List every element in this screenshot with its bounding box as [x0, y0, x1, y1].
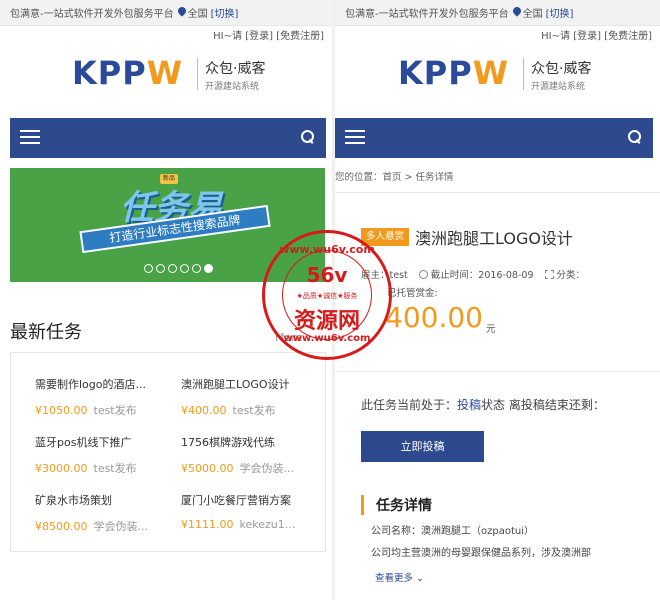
stamp-site: 资源网	[293, 309, 360, 334]
task-name: 1756棋牌游戏代练	[181, 436, 275, 449]
region-label: 全国	[187, 9, 208, 20]
region-switch-link[interactable]: [切换]	[546, 5, 574, 20]
view-more-link[interactable]: 查看更多 ⌄	[375, 570, 424, 584]
task-publisher: kekezu1...	[239, 518, 296, 531]
task-publisher: test发布	[232, 404, 276, 417]
status-value: 投稿	[457, 398, 482, 412]
watermark-stamp: www.wu6v.com 56v ★品质★诚信★服务 资源网 www.wu6v.…	[262, 230, 392, 360]
task-list: 需要制作logo的酒店... ¥1050.00 test发布 澳洲跑腿工LOGO设…	[10, 352, 326, 552]
logo-mark: KPPW	[72, 54, 183, 92]
task-publisher: test发布	[93, 462, 137, 475]
slogan: 包满意-一站式软件开发外包服务平台	[10, 9, 174, 20]
stamp-code: 56v	[306, 263, 348, 287]
logo-mark: KPPW	[398, 54, 509, 92]
stamp-motto: ★品质★诚信★服务	[296, 292, 358, 300]
carousel-dot[interactable]	[156, 264, 165, 273]
task-price: ¥3000.00	[35, 462, 88, 475]
login-link[interactable]: [登录]	[245, 31, 273, 42]
list-item[interactable]: 厦门小吃餐厅营销方案 ¥1111.00 kekezu1...	[181, 492, 316, 531]
user-links: HI~请 [登录] [免费注册]	[335, 26, 660, 48]
status-prefix: 此任务当前处于：	[361, 398, 458, 412]
latest-tasks-title: 最新任务	[10, 322, 82, 343]
task-name: 需要制作logo的酒店...	[35, 378, 146, 391]
clock-icon	[418, 270, 428, 279]
logo-divider	[197, 58, 198, 90]
list-item[interactable]: 矿泉水市场策划 ¥8500.00 学会伪装...	[35, 492, 170, 534]
region-label: 全国	[522, 9, 543, 20]
breadcrumb: 您的位置：首页 > 任务详情	[335, 172, 454, 183]
nav-bar	[10, 118, 326, 158]
register-link[interactable]: [免费注册]	[276, 31, 324, 42]
top-bar: 包满意-一站式软件开发外包服务平台 全国 [切换]	[0, 0, 332, 26]
task-publisher: 学会伪装...	[239, 462, 295, 475]
logo-divider	[523, 58, 524, 90]
bounty-unit: 元	[486, 324, 496, 335]
task-price: ¥1111.00	[181, 518, 234, 531]
logo-brand: 众包·威客	[531, 61, 592, 77]
logo-subtitle: 开源建站系统	[205, 82, 260, 92]
task-price: ¥400.00	[181, 404, 227, 417]
logo-brand: 众包·威客	[205, 61, 266, 77]
task-category: 分类：	[556, 270, 586, 281]
location-pin-icon	[178, 7, 186, 18]
stamp-url-top: www.wu6v.com	[279, 243, 375, 256]
carousel-dot[interactable]	[180, 264, 189, 273]
list-item[interactable]: 需要制作logo的酒店... ¥1050.00 test发布	[35, 376, 170, 418]
task-detail-heading: 任务详情	[361, 495, 432, 515]
carousel-dot[interactable]	[144, 264, 153, 273]
region-switch-link[interactable]: [切换]	[211, 5, 239, 20]
task-price: ¥8500.00	[35, 520, 88, 533]
slogan: 包满意-一站式软件开发外包服务平台	[345, 9, 509, 20]
task-status: 此任务当前处于：投稿状态 离投稿结束还剩：	[361, 396, 605, 413]
user-links: HI~请 [登录] [免费注册]	[0, 26, 332, 48]
carousel-dot[interactable]	[192, 264, 201, 273]
nav-bar	[335, 118, 653, 158]
hamburger-menu-icon[interactable]	[345, 130, 365, 146]
register-link[interactable]: [免费注册]	[604, 31, 652, 42]
task-meta: 雇主：test 截止时间：2016-08-09 分类：	[361, 267, 585, 281]
status-suffix: 状态 离投稿结束还剩：	[481, 398, 605, 412]
bounty-label: 已托管赏金:	[387, 288, 438, 299]
login-link[interactable]: [登录]	[573, 31, 601, 42]
task-name: 厦门小吃餐厅营销方案	[181, 494, 291, 507]
site-logo[interactable]: KPPW 众包·威客 开源建站系统	[0, 48, 332, 118]
category-grid-icon	[544, 270, 554, 279]
page-title: 澳洲跑腿工LOGO设计	[415, 229, 573, 248]
stamp-url-bottom: www.wu6v.com	[283, 333, 371, 344]
search-icon[interactable]	[300, 129, 316, 145]
task-price: ¥5000.00	[181, 462, 234, 475]
site-logo[interactable]: KPPW 众包·威客 开源建站系统	[335, 48, 660, 118]
task-price: ¥1050.00	[35, 404, 88, 417]
task-publisher: 学会伪装...	[93, 520, 149, 533]
task-name: 矿泉水市场策划	[35, 494, 112, 507]
task-name: 蓝牙pos机线下推广	[35, 436, 132, 449]
view-more-label: 查看更多	[375, 573, 414, 584]
hamburger-menu-icon[interactable]	[20, 130, 40, 146]
chevron-down-icon: ⌄	[416, 573, 425, 584]
task-name: 澳洲跑腿工LOGO设计	[181, 378, 290, 391]
list-item[interactable]: 蓝牙pos机线下推广 ¥3000.00 test发布	[35, 434, 170, 476]
carousel-dots	[144, 264, 213, 273]
company-name: 公司名称：澳洲跑腿工（ozpaotui）	[371, 526, 534, 537]
submit-bid-button[interactable]: 立即投稿	[361, 431, 484, 462]
list-item[interactable]: 1756棋牌游戏代练 ¥5000.00 学会伪装...	[181, 434, 316, 476]
list-item[interactable]: 澳洲跑腿工LOGO设计 ¥400.00 test发布	[181, 376, 316, 418]
carousel-dot[interactable]	[168, 264, 177, 273]
top-bar: 包满意-一站式软件开发外包服务平台 全国 [切换]	[335, 0, 660, 26]
logo-subtitle: 开源建站系统	[531, 82, 586, 92]
location-pin-icon	[513, 7, 521, 18]
task-publisher: test发布	[93, 404, 137, 417]
greeting: HI~请	[541, 31, 570, 42]
task-deadline: 截止时间：2016-08-09	[430, 270, 534, 281]
company-description: 公司均主营澳洲的母婴跟保健品系列，涉及澳洲部	[371, 548, 591, 559]
carousel-dot-active[interactable]	[204, 264, 213, 273]
search-icon[interactable]	[627, 129, 643, 145]
greeting: HI~请	[213, 31, 242, 42]
bounty-amount: 400.00	[385, 301, 483, 334]
